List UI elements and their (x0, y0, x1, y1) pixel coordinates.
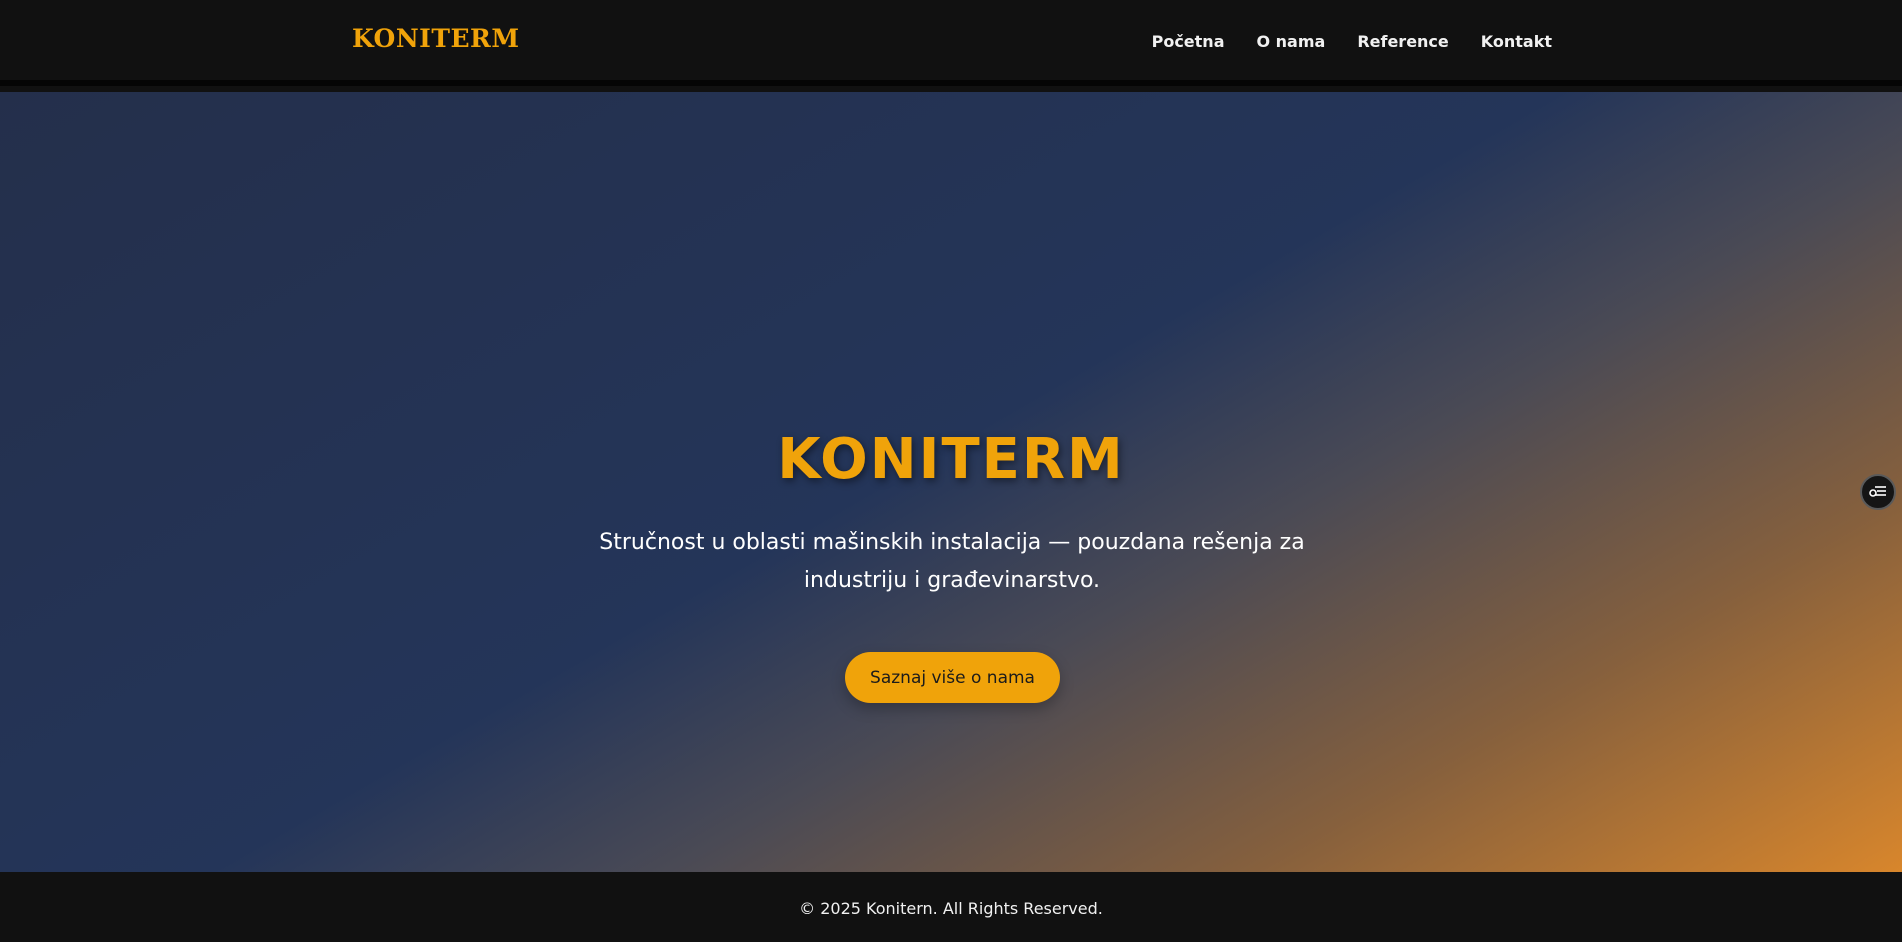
copyright-text: © 2025 Konitern. All Rights Reserved. (799, 899, 1103, 918)
brand-logo[interactable]: KONITERM (352, 24, 520, 53)
settings-sliders-icon (1869, 483, 1887, 502)
main-nav: Početna O nama Reference Kontakt (1152, 32, 1552, 51)
hero-subtitle: Stručnost u oblasti mašinskih instalacij… (599, 530, 1305, 593)
hero-section: KONITERM Stručnost u oblasti mašinskih i… (0, 92, 1902, 872)
site-header: KONITERM Početna O nama Reference Kontak… (0, 0, 1902, 86)
hero-title: KONITERM (777, 427, 1125, 492)
learn-more-button[interactable]: Saznaj više o nama (845, 652, 1060, 703)
nav-link-pocetna[interactable]: Početna (1152, 32, 1225, 51)
settings-widget-button[interactable] (1860, 474, 1896, 510)
site-footer: © 2025 Konitern. All Rights Reserved. (0, 872, 1902, 942)
nav-link-kontakt[interactable]: Kontakt (1481, 32, 1552, 51)
nav-link-reference[interactable]: Reference (1357, 32, 1448, 51)
nav-link-o-nama[interactable]: O nama (1256, 32, 1325, 51)
